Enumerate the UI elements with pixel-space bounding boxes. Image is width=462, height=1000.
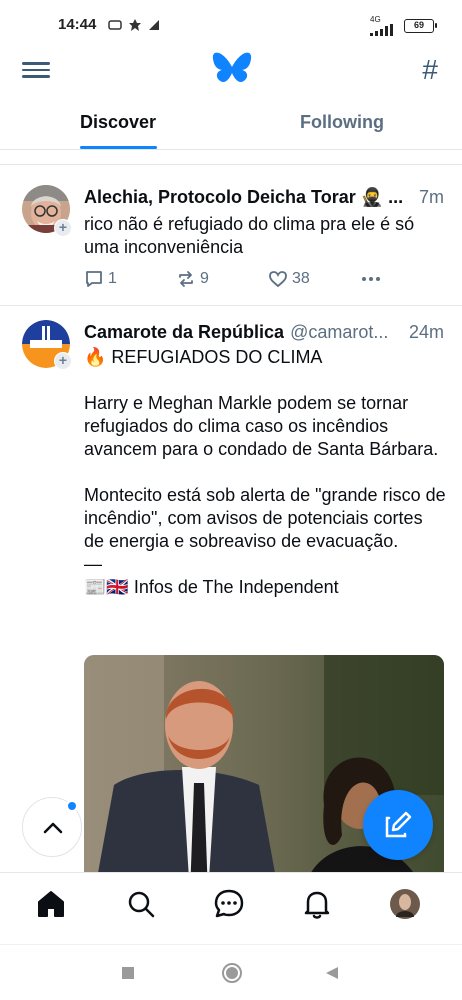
feed-tabs: Discover Following [0, 100, 462, 150]
leaf-icon [129, 19, 141, 31]
follow-plus-icon[interactable]: + [54, 219, 72, 237]
active-tab-indicator [80, 146, 157, 149]
author-handle[interactable]: @camarot... [290, 322, 388, 343]
author-name[interactable]: Alechia, Protocolo Deicha Torar 🥷 ... [84, 187, 403, 208]
status-time: 14:44 [58, 16, 97, 33]
profile-avatar[interactable] [388, 887, 422, 921]
post-time[interactable]: 24m [403, 322, 444, 343]
follow-plus-icon[interactable]: + [54, 352, 72, 370]
tab-following[interactable]: Following [300, 112, 384, 133]
bell-icon[interactable] [300, 887, 334, 921]
network-type: 4G [370, 15, 381, 24]
post-text: 🔥 REFUGIADOS DO CLIMA Harry e Meghan Mar… [84, 347, 446, 597]
signal-tri-icon [149, 20, 159, 30]
menu-icon[interactable] [22, 58, 50, 82]
compose-button[interactable] [363, 790, 433, 860]
notification-icon [108, 20, 122, 30]
back-icon[interactable] [324, 965, 340, 981]
tab-discover[interactable]: Discover [80, 112, 156, 133]
post-actions: 1 9 38 [84, 269, 384, 289]
post-header: Alechia, Protocolo Deicha Torar 🥷 ... 7m [84, 187, 444, 208]
system-nav-bar [0, 944, 462, 1000]
like-count: 38 [292, 270, 310, 287]
butterfly-logo[interactable] [212, 52, 252, 86]
post-item[interactable]: + Alechia, Protocolo Deicha Torar 🥷 ... … [0, 164, 462, 306]
hash-icon[interactable]: # [422, 54, 438, 86]
status-left-icons [108, 18, 160, 32]
bottom-nav [0, 872, 462, 944]
battery-indicator: 69 [404, 19, 437, 33]
home-button-icon[interactable] [220, 961, 244, 985]
compose-icon [385, 811, 412, 838]
status-bar: 14:44 4G 69 [0, 0, 462, 52]
reply-button[interactable]: 1 [84, 269, 176, 289]
repost-icon [179, 271, 193, 287]
more-icon [362, 277, 380, 281]
repost-button[interactable]: 9 [176, 269, 268, 289]
post-text: rico não é refugiado do clima pra ele é … [84, 214, 420, 257]
more-button[interactable] [360, 269, 382, 289]
status-right-icons: 4G 69 [370, 15, 437, 36]
recent-apps-icon[interactable] [120, 965, 136, 981]
post-header: Camarote da República @camarot... 24m [84, 322, 444, 343]
chat-icon[interactable] [212, 887, 246, 921]
new-posts-dot [66, 800, 78, 812]
home-icon[interactable] [34, 887, 68, 921]
reply-icon [86, 271, 102, 287]
search-icon[interactable] [124, 887, 158, 921]
reply-count: 1 [108, 270, 117, 287]
author-name[interactable]: Camarote da República [84, 322, 284, 343]
signal-bars-icon [370, 24, 393, 36]
like-button[interactable]: 38 [268, 269, 360, 289]
post-time[interactable]: 7m [413, 187, 444, 208]
repost-count: 9 [200, 270, 209, 287]
like-icon [269, 271, 287, 288]
